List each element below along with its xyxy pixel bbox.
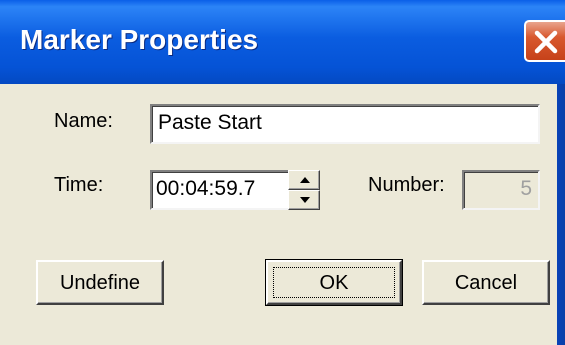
number-field: 5: [462, 170, 540, 210]
time-label: Time:: [54, 174, 104, 196]
close-x-icon: [534, 30, 558, 54]
cancel-button[interactable]: Cancel: [422, 260, 550, 305]
arrow-down-icon: [300, 197, 310, 203]
dialog-body: Name: Paste Start Time: 00:04:59.7 Numbe…: [0, 84, 565, 345]
spin-up-button[interactable]: [288, 170, 320, 190]
undefine-button[interactable]: Undefine: [36, 260, 164, 305]
time-input[interactable]: 00:04:59.7: [150, 170, 290, 210]
spin-down-button[interactable]: [288, 190, 320, 210]
marker-properties-dialog: Marker Properties Name: Paste Start Time…: [0, 0, 565, 345]
window-border: [557, 84, 565, 345]
time-spinner: [288, 170, 320, 210]
arrow-up-icon: [300, 177, 310, 183]
name-label: Name:: [54, 110, 113, 132]
name-input[interactable]: Paste Start: [150, 104, 540, 144]
ok-button[interactable]: OK: [265, 259, 403, 306]
number-label: Number:: [368, 174, 445, 196]
close-button[interactable]: [524, 20, 565, 62]
window-title: Marker Properties: [20, 24, 259, 55]
title-bar[interactable]: Marker Properties: [0, 0, 565, 84]
